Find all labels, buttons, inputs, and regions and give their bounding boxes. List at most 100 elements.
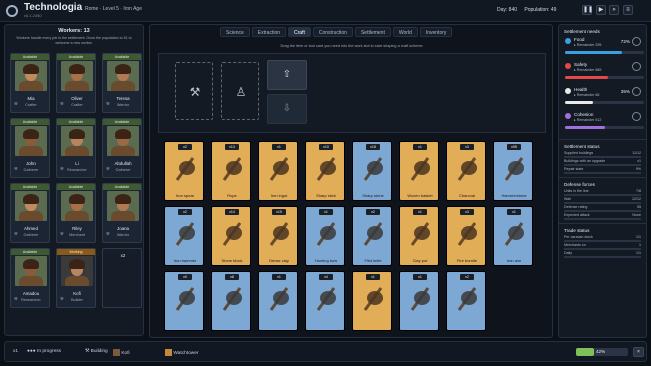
item-card[interactable]: x1 Woven basket <box>399 141 439 201</box>
item-card[interactable]: x1 <box>399 271 439 331</box>
need-icon <box>565 38 571 44</box>
close-task-button[interactable]: × <box>633 347 644 357</box>
row-value: 1/1 <box>636 235 641 239</box>
item-card[interactable]: x2 Iron hammer <box>164 206 204 266</box>
item-card[interactable]: x8 <box>211 271 251 331</box>
item-name: Flint knife <box>364 258 382 263</box>
current-task[interactable]: Watchtower <box>165 349 199 356</box>
row-label: Units in the line <box>564 189 589 193</box>
tab-inventory[interactable]: Inventory <box>419 27 453 37</box>
item-card[interactable]: x3 Fire bundle <box>446 206 486 266</box>
needs-title: Settlement needs <box>564 29 600 34</box>
item-card[interactable]: x14 Stone block <box>211 206 251 266</box>
item-card[interactable]: x3 Charcoal <box>446 141 486 201</box>
row-bar <box>564 156 641 158</box>
worker-status: Available <box>57 54 95 60</box>
worker-card[interactable]: Available ⚒ Oliver Crafter <box>56 53 96 113</box>
item-card[interactable]: x1 Clay pot <box>399 206 439 266</box>
worker-card[interactable]: Available ⚒ Amadou Researcher <box>10 248 50 308</box>
item-card[interactable]: x1 Hunting bow <box>305 206 345 266</box>
status-row: Per caravan stock 1/1 <box>564 235 641 239</box>
item-card[interactable]: x0 <box>164 271 204 331</box>
status-row: Daily 1/1 <box>564 251 641 255</box>
status-row: Units in the line 7/8 <box>564 189 641 193</box>
portrait-hair <box>115 129 131 139</box>
need-remainder: ▸ Remainder 512 <box>574 118 602 122</box>
download-button[interactable]: ⇩ <box>267 94 307 124</box>
worker-card[interactable]: Available ⚒ Abdullah Gatherer <box>102 118 142 178</box>
portrait-body <box>19 146 43 156</box>
need-toggle[interactable] <box>632 62 641 71</box>
row-bar <box>564 248 641 250</box>
row-label: Merchants on <box>564 243 586 247</box>
worker-portrait <box>107 191 139 221</box>
worker-card[interactable]: Available ⚒ John Gatherer <box>10 118 50 178</box>
progress-label: In progress <box>37 349 62 354</box>
worker-role: Warrior <box>116 103 130 107</box>
portrait-body <box>65 81 89 91</box>
tab-science[interactable]: Science <box>220 27 250 37</box>
anvil-slot[interactable]: ⚒ <box>175 62 213 120</box>
pause-icon[interactable]: ❚❚ <box>582 5 593 15</box>
divider <box>559 177 646 178</box>
tab-settlement[interactable]: Settlement <box>354 27 391 37</box>
portrait-hair <box>69 194 85 204</box>
tab-construction[interactable]: Construction <box>312 27 353 37</box>
row-value: 55 <box>637 205 641 209</box>
item-card[interactable]: x13 Rope <box>211 141 251 201</box>
item-card[interactable]: x15 Dense clay <box>258 206 298 266</box>
item-card[interactable]: x2 Iron spear <box>164 141 204 201</box>
worker-role: Warrior <box>116 233 130 237</box>
item-card[interactable]: x2 <box>446 271 486 331</box>
need-toggle[interactable] <box>632 87 641 96</box>
item-card[interactable]: x2 Flint knife <box>352 206 392 266</box>
item-icon <box>408 284 432 314</box>
need-icon <box>565 88 571 94</box>
worker-card[interactable]: x2 <box>102 248 142 308</box>
item-icon <box>455 154 479 184</box>
item-icon <box>220 219 244 249</box>
item-card[interactable]: x1 <box>258 271 298 331</box>
upload-button[interactable]: ⇧ <box>267 60 307 90</box>
tab-extraction[interactable]: Extraction <box>251 27 287 37</box>
assigned-worker-name: Kofi <box>121 350 130 356</box>
status-row: Repair state 9% <box>564 167 641 171</box>
worker-card[interactable]: Available ⚒ Joana Warrior <box>102 183 142 243</box>
fast-forward-icon[interactable]: » <box>609 5 619 15</box>
play-icon[interactable]: ▶ <box>596 5 606 15</box>
item-card[interactable]: x18 Sharp stone <box>352 141 392 201</box>
menu-icon[interactable]: ≡ <box>623 5 633 15</box>
worker-avatar <box>113 349 120 356</box>
worker-card[interactable]: Available ⚒ Li Researcher <box>56 118 96 178</box>
need-name: Health <box>574 87 588 92</box>
worker-status: Available <box>57 119 95 125</box>
row-value: None <box>632 213 641 217</box>
worker-card[interactable]: Working ⚒ Kofi Builder <box>56 248 96 308</box>
current-task-name: Watchtower <box>173 350 199 356</box>
worker-card[interactable]: Available ⚒ Teresa Warrior <box>102 53 142 113</box>
item-icon <box>361 219 385 249</box>
item-card[interactable]: x1 Iron axe <box>493 206 533 266</box>
item-icon <box>408 154 432 184</box>
item-card[interactable]: x1 <box>352 271 392 331</box>
settlement-sidebar: Settlement needs Food ▸ Remainder 295 72% S… <box>558 24 647 338</box>
item-card[interactable]: x95 Hammerstone <box>493 141 533 201</box>
need-safety: Safety ▸ Remainder 689 <box>563 61 644 86</box>
item-card[interactable]: x10 Sharp stick <box>305 141 345 201</box>
need-toggle[interactable] <box>632 37 641 46</box>
worker-slot[interactable]: ♙ <box>221 62 259 120</box>
item-card[interactable]: x1 Iron ingot <box>258 141 298 201</box>
tab-craft[interactable]: Craft <box>288 27 311 37</box>
assigned-worker[interactable]: Kofi <box>113 349 130 356</box>
worker-card[interactable]: Available ⚒ Mia Crafter <box>10 53 50 113</box>
worker-role: Gatherer <box>115 168 131 172</box>
need-toggle[interactable] <box>632 112 641 121</box>
item-card[interactable]: x4 <box>305 271 345 331</box>
worker-card[interactable]: Available ⚒ Riley Merchant <box>56 183 96 243</box>
worker-card[interactable]: Available ⚒ Ahmed Gatherer <box>10 183 50 243</box>
item-count: x18 <box>366 144 380 150</box>
tab-world[interactable]: World <box>392 27 418 37</box>
workers-panel: Workers: 13 Workers handle every job in … <box>4 24 144 336</box>
need-name: Cohesion <box>574 112 594 117</box>
row-value: 11/12 <box>632 151 641 155</box>
